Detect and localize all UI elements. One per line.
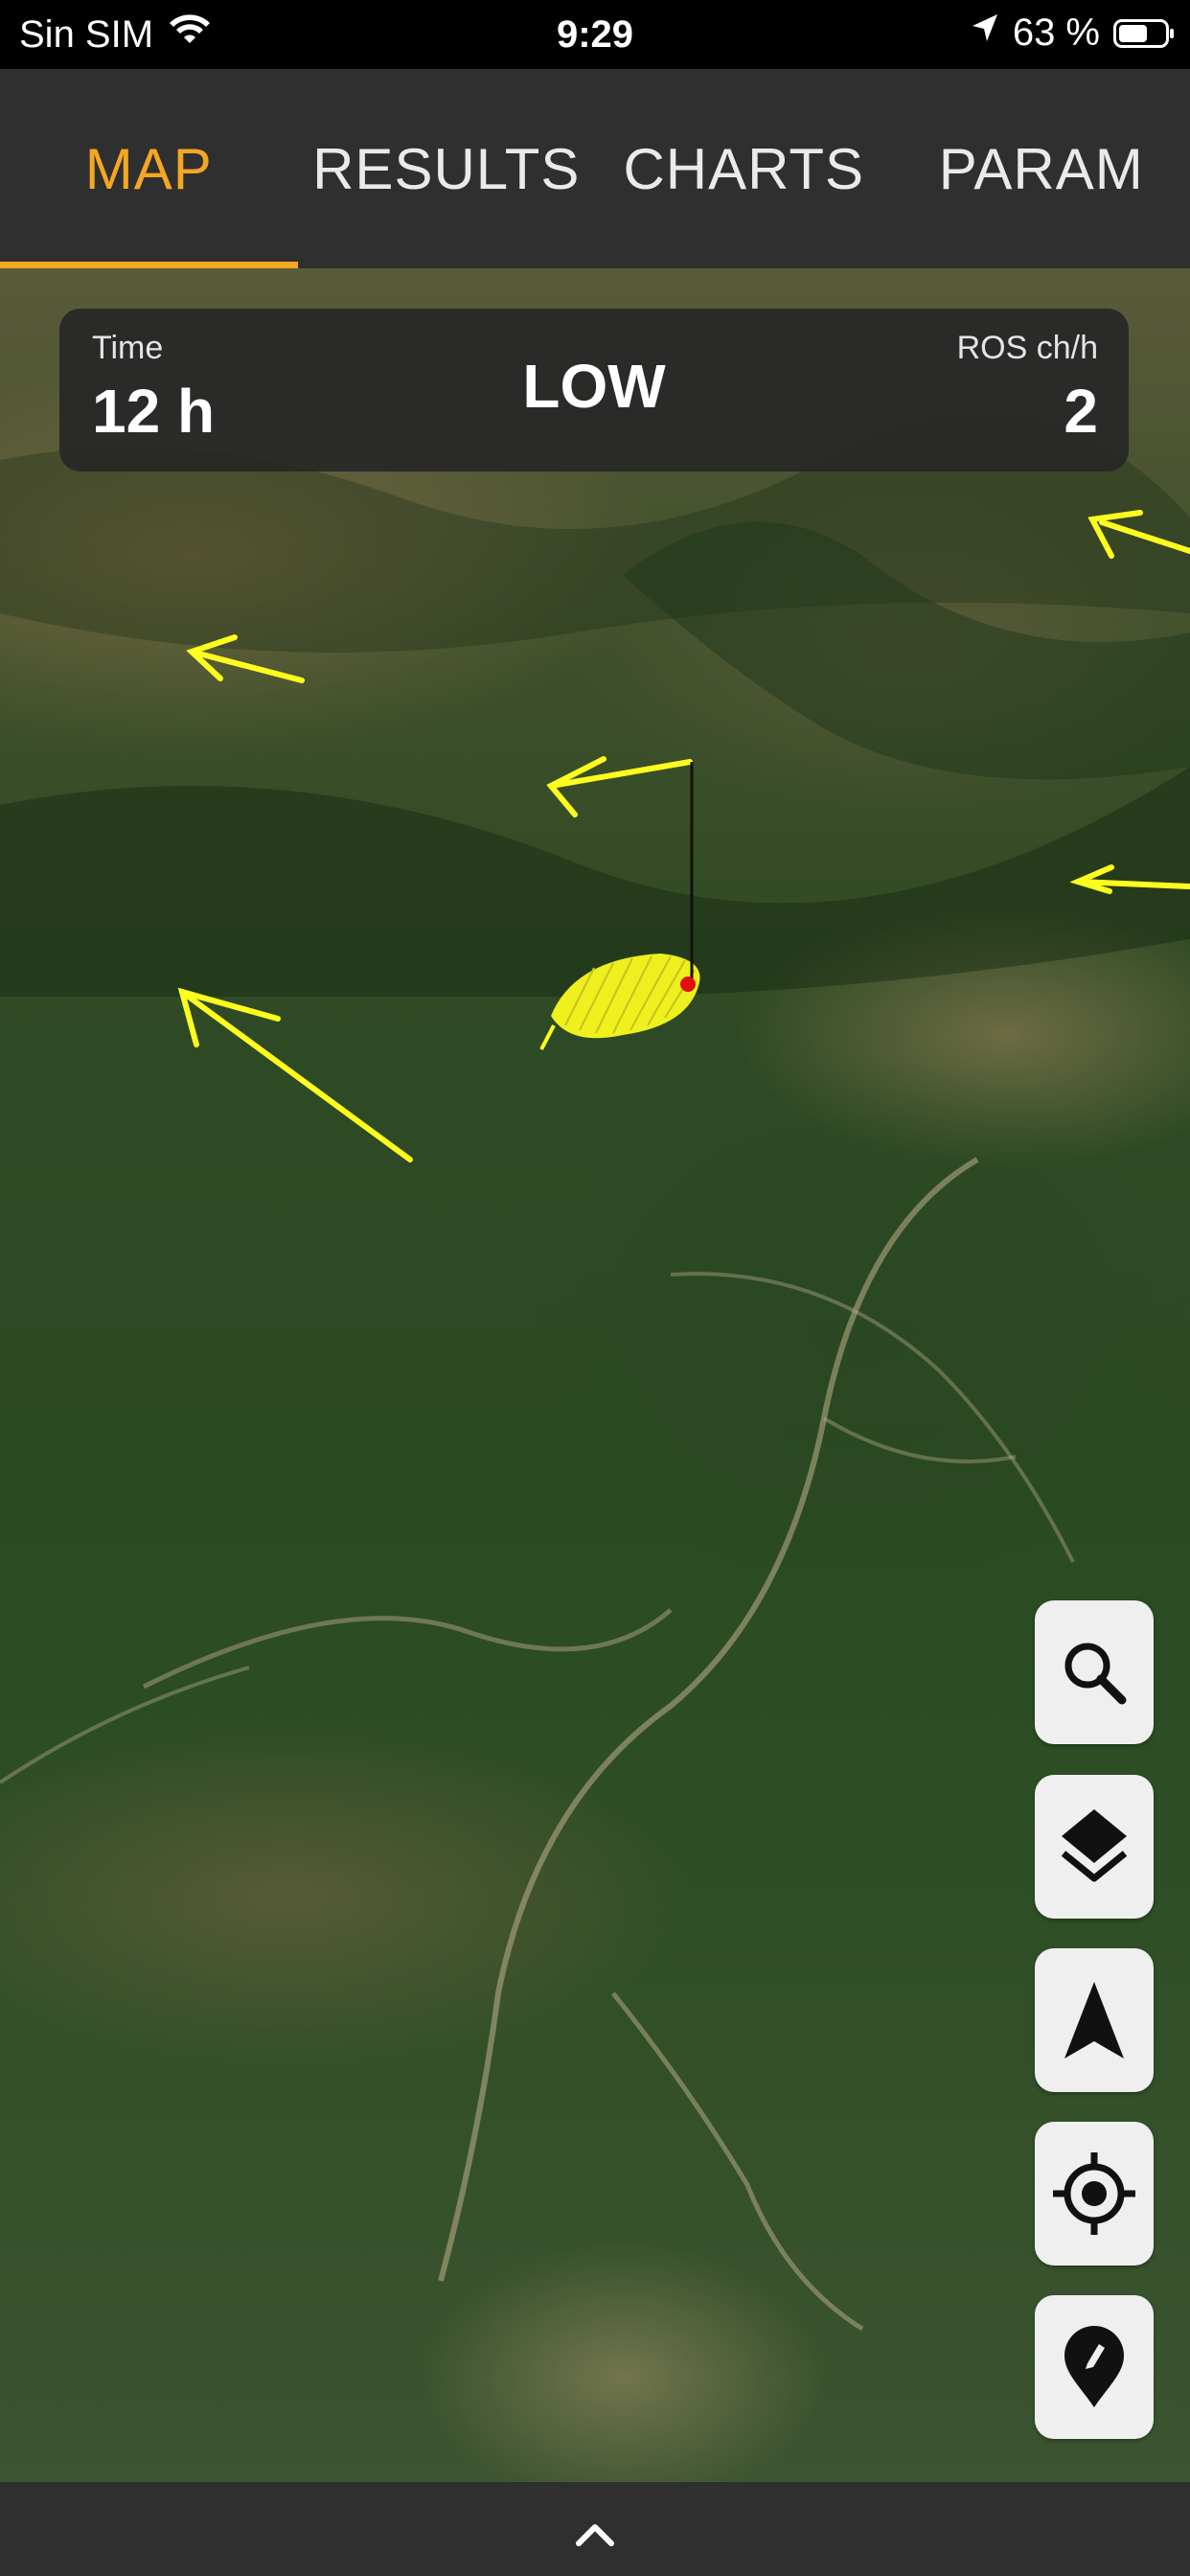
place-marker-button[interactable] <box>1035 2295 1154 2439</box>
wind-arrows <box>177 510 1190 1162</box>
locate-button[interactable] <box>1035 2122 1154 2266</box>
app-screen: Sin SIM 9:29 63 % MAP RESULTS CHARTS PAR… <box>0 0 1190 2576</box>
tab-results[interactable]: RESULTS <box>298 69 596 268</box>
wind-arrow-icon <box>1069 864 1190 894</box>
ros-label: ROS ch/h <box>956 330 1098 366</box>
battery-percent: 63 % <box>1012 12 1100 54</box>
wind-arrow-icon <box>186 634 305 683</box>
navigation-arrow-icon <box>1064 1982 1124 2058</box>
tab-bar: MAP RESULTS CHARTS PARAM <box>0 69 1190 268</box>
marker-pencil-icon <box>1064 2326 1124 2407</box>
tab-param[interactable]: PARAM <box>893 69 1190 268</box>
layers-button[interactable] <box>1035 1775 1154 1919</box>
ros-value: 2 <box>1064 377 1098 446</box>
satellite-map[interactable] <box>0 268 1190 2482</box>
layers-icon <box>1061 1809 1128 1882</box>
status-bar: Sin SIM 9:29 63 % <box>0 0 1190 69</box>
bottom-drawer-handle[interactable] <box>0 2482 1190 2576</box>
crosshair-icon <box>1053 2152 1135 2235</box>
wind-arrow-icon <box>546 756 693 817</box>
chevron-up-icon <box>576 2524 614 2546</box>
tab-map[interactable]: MAP <box>0 69 298 268</box>
simulation-info-panel: Time 12 h LOW ROS ch/h 2 <box>59 309 1129 472</box>
fire-overlay <box>177 510 1190 1162</box>
navigation-button[interactable] <box>1035 1948 1154 2092</box>
wind-arrow-icon <box>177 987 413 1162</box>
status-right: 63 % <box>971 12 1174 55</box>
ignition-point[interactable] <box>680 977 696 992</box>
battery-fill <box>1119 24 1147 42</box>
fire-spread-area <box>539 954 700 1050</box>
tab-charts[interactable]: CHARTS <box>595 69 893 268</box>
search-button[interactable] <box>1035 1600 1154 1744</box>
location-arrow-icon <box>971 12 999 55</box>
wind-arrow-icon <box>1087 510 1190 559</box>
battery-icon <box>1113 18 1174 48</box>
search-icon <box>1064 1643 1127 1705</box>
